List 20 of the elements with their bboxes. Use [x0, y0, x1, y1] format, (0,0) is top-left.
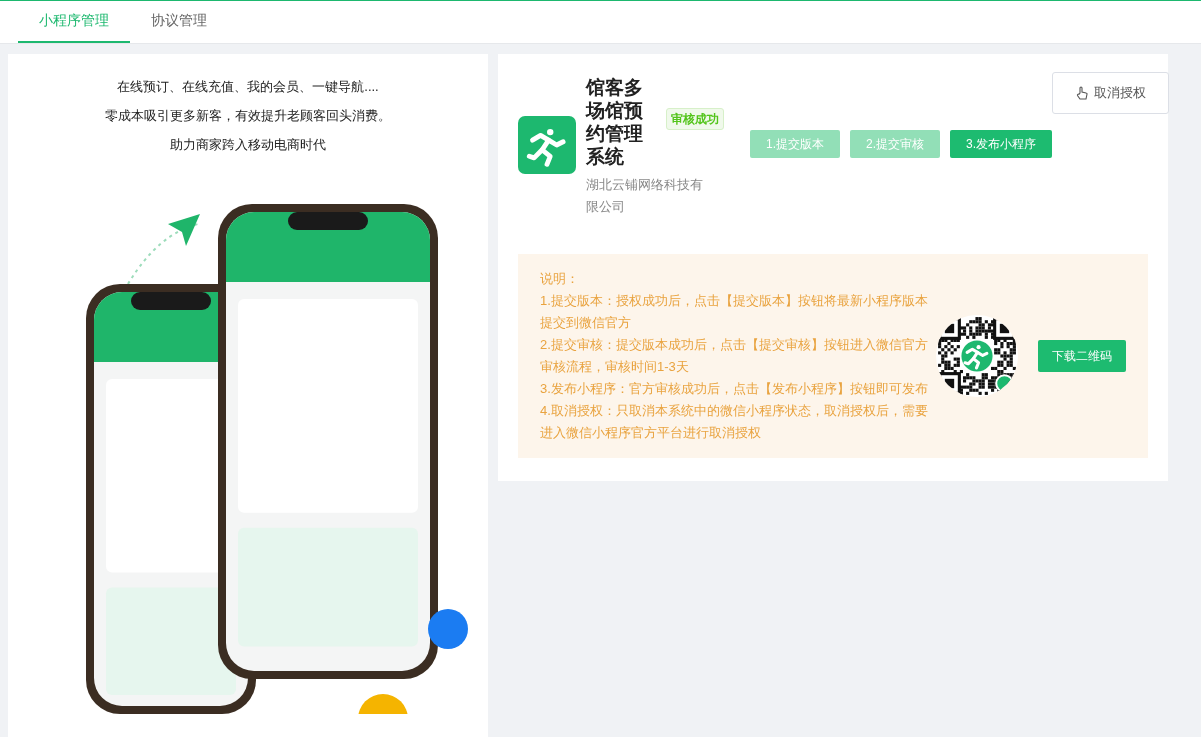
promo-text: 零成本吸引更多新客，有效提升老顾客回头消费。	[105, 107, 391, 125]
promo-text: 在线预订、在线充值、我的会员、一键导航....	[117, 78, 379, 96]
step-button[interactable]: 1.提交版本	[750, 130, 840, 158]
step-button[interactable]: 3.发布小程序	[950, 130, 1053, 158]
download-qr-button[interactable]: 下载二维码	[1037, 340, 1126, 372]
note-text: 1.提交版本：授权成功后，点击【提交版本】按钮将最新小程序版本提交到微信官方	[540, 292, 929, 332]
app-name: 馆客多场馆预约管理系统	[586, 76, 644, 168]
note-text: 3.发布小程序：官方审核成功后，点击【发布小程序】按钮即可发布	[540, 380, 929, 398]
step-button[interactable]: 2.提交审核	[850, 130, 941, 158]
revoke-button[interactable]: 取消授权	[1052, 72, 1170, 114]
note-text: 2.提交审核：提交版本成功后，点击【提交审核】按钮进入微信官方审核流程，审核时间1-3天	[540, 336, 929, 376]
status-tag: 审核成功	[666, 108, 724, 130]
runner-logo-icon	[518, 116, 576, 174]
company-name: 湖北云铺网络科技有限公司	[586, 176, 704, 216]
tab[interactable]: 小程序管理	[18, 1, 130, 43]
promo-text: 助力商家跨入移动电商时代	[170, 136, 326, 154]
note-text: 4.取消授权：只取消本系统中的微信小程序状态，取消授权后，需要进入微信小程序官方平台进行取消授权	[540, 402, 929, 442]
hand-pointer-icon	[1075, 86, 1090, 100]
tab[interactable]: 协议管理	[130, 1, 228, 43]
notes-title: 说明：	[540, 270, 580, 288]
